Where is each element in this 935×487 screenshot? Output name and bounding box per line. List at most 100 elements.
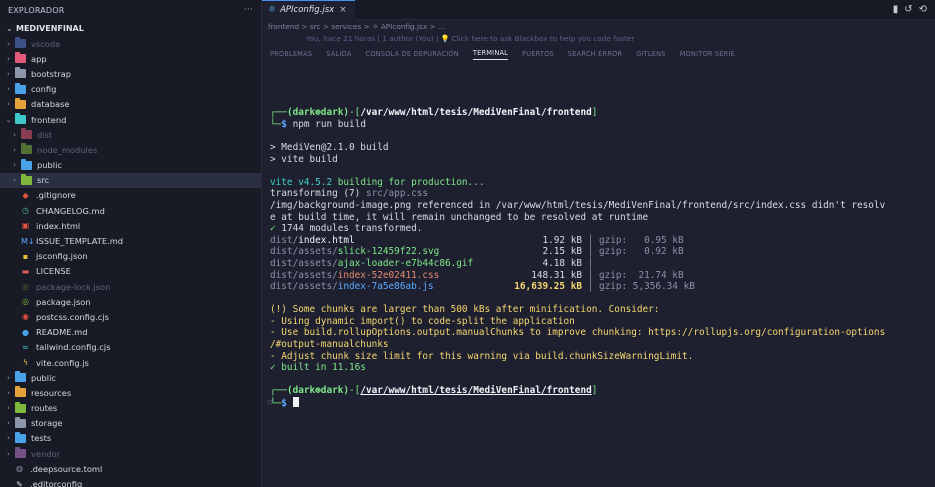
chevron-down-icon: ⌄ — [5, 115, 12, 124]
blame-line[interactable]: You, hace 21 horas | 1 author (You) | 💡 … — [262, 32, 935, 44]
file-size: 148.31 kB — [531, 269, 582, 281]
chevron-right-icon: › — [7, 404, 10, 413]
file-deepsource-toml[interactable]: ◍ .deepsource.toml — [0, 461, 261, 476]
explorer-sidebar: EXPLORADOR ··· ⌄ MEDIVENFINAL › vscode › ap… — [0, 0, 262, 487]
file-package-lock-json[interactable]: ◎ package-lock.json — [0, 279, 261, 294]
output-file-row: dist/assets/index-7a5e86ab.js 16,639.25 k… — [270, 281, 695, 293]
folder-icon — [15, 386, 26, 398]
file-changelog-md[interactable]: ◷ CHANGELOG.md — [0, 203, 261, 218]
file-icon: ◎ — [22, 297, 29, 307]
file-gzip: gzip: 0.95 kB — [598, 234, 684, 246]
file-index-html[interactable]: ▣ index.html — [0, 218, 261, 233]
file-size: 4.18 kB — [542, 257, 582, 269]
history-icon[interactable]: ⟲ — [919, 4, 927, 15]
tab-bar: ⚛ APIconfig.jsx × ▮ ↺ ⟲ — [262, 0, 935, 20]
folder-config[interactable]: › config — [0, 82, 261, 97]
folder-routes[interactable]: › routes — [0, 401, 261, 416]
panel-tab-gitlens[interactable]: GITLENS — [636, 50, 665, 58]
tree-item-label: config — [31, 84, 57, 95]
folder-public[interactable]: › public — [0, 370, 261, 385]
explorer-more-actions-icon[interactable]: ··· — [244, 5, 253, 15]
chevron-right-icon: › — [13, 145, 16, 154]
file-tree: › vscode › app › bootstrap › config › database ⌄ fr… — [0, 36, 261, 487]
panel-tab-consola-de-depuraci-n[interactable]: CONSOLA DE DEPURACIÓN — [365, 50, 459, 58]
tree-item-label: index.html — [36, 220, 81, 231]
folder-public[interactable]: › public — [0, 158, 261, 173]
chevron-right-icon: › — [7, 434, 10, 443]
file-readme-md[interactable]: ● README.md — [0, 325, 261, 340]
split-editor-icon[interactable]: ▮ — [893, 4, 899, 15]
panel-tab-monitor-serie[interactable]: MONITOR SERIE — [680, 50, 735, 58]
file-tailwind-config-cjs[interactable]: ≈ tailwind.config.cjs — [0, 340, 261, 355]
chevron-right-icon: › — [13, 176, 16, 185]
breadcrumb[interactable]: frontend > src > services > ⚛ APIconfig.… — [262, 20, 935, 32]
file-issue-template-md[interactable]: M↓ ISSUE_TEMPLATE.md — [0, 233, 261, 248]
tab-apiconfig[interactable]: ⚛ APIconfig.jsx × — [262, 0, 355, 20]
built-time: ✓ built in 11.16s — [270, 362, 366, 374]
file-icon: ϟ — [22, 358, 29, 368]
file-postcss-config-cjs[interactable]: ◉ postcss.config.cjs — [0, 309, 261, 324]
panel-tab-puertos[interactable]: PUERTOS — [522, 50, 554, 58]
folder-src[interactable]: › src — [0, 172, 261, 188]
tree-item-label: storage — [31, 418, 63, 429]
timeline-icon[interactable]: ↺ — [904, 4, 912, 15]
chevron-right-icon: › — [7, 373, 10, 382]
file-vite-config-js[interactable]: ϟ vite.config.js — [0, 355, 261, 370]
transforming-text: transforming (7) — [270, 188, 366, 200]
chevron-right-icon: › — [7, 39, 10, 48]
folder-icon — [15, 447, 26, 459]
transforming-file: src/app.css — [365, 188, 429, 200]
chevron-right-icon: › — [7, 419, 10, 428]
file-gitignore[interactable]: ◆ .gitignore — [0, 188, 261, 203]
warning-line: - Use build.rollupOptions.output.manualC… — [270, 327, 886, 339]
file-name: index.html — [298, 234, 355, 246]
file-license[interactable]: ▬ LICENSE — [0, 264, 261, 279]
file-icon: ● — [22, 327, 29, 337]
panel-tab-problemas[interactable]: PROBLEMAS — [270, 50, 312, 58]
folder-vendor[interactable]: › vendor — [0, 446, 261, 461]
file-icon: ▪ — [22, 251, 29, 261]
folder-bootstrap[interactable]: › bootstrap — [0, 66, 261, 81]
panel-tabs: PROBLEMAS SALIDA CONSOLA DE DEPURACIÓN TERM… — [262, 44, 935, 64]
folder-dist[interactable]: › dist — [0, 127, 261, 142]
vite-version: vite v4.5.2 — [270, 176, 333, 188]
folder-icon — [15, 401, 26, 413]
folder-storage[interactable]: › storage — [0, 416, 261, 431]
folder-database[interactable]: › database — [0, 97, 261, 112]
folder-tests[interactable]: › tests — [0, 431, 261, 446]
folder-app[interactable]: › app — [0, 51, 261, 66]
file-dir: dist/assets/ — [270, 281, 338, 293]
chevron-right-icon: › — [7, 69, 10, 78]
close-icon[interactable]: × — [339, 5, 347, 15]
chevron-right-icon: › — [7, 388, 10, 397]
folder-vscode[interactable]: › vscode — [0, 36, 261, 51]
panel-tab-search-error[interactable]: SEARCH ERROR — [568, 50, 622, 58]
folder-icon — [15, 113, 26, 125]
tab-label: APIconfig.jsx — [280, 5, 335, 15]
panel-tab-salida[interactable]: SALIDA — [326, 50, 351, 58]
prompt2-user: (dark⊛dark) — [286, 385, 350, 397]
tree-item-label: bootstrap — [31, 68, 72, 79]
chevron-down-icon: ⌄ — [6, 23, 13, 33]
folder-resources[interactable]: › resources — [0, 385, 261, 400]
blame-author: You, hace 21 horas | 1 author (You) | — [306, 33, 439, 43]
file-package-json[interactable]: ◎ package.json — [0, 294, 261, 309]
file-editorconfig[interactable]: ✎ .editorconfig — [0, 476, 261, 487]
chevron-right-icon: › — [7, 85, 10, 94]
file-gzip: gzip: 21.74 kB — [598, 269, 684, 281]
folder-node-modules[interactable]: › node_modules — [0, 142, 261, 157]
folder-frontend[interactable]: ⌄ frontend — [0, 112, 261, 127]
terminal[interactable]: ┌──(dark⊛dark)-[/var/www/html/tesis/Medi… — [262, 84, 935, 487]
blackbox-link[interactable]: Click here to ask Blackbox to help you c… — [452, 34, 635, 43]
tree-item-label: frontend — [31, 114, 67, 125]
project-root[interactable]: ⌄ MEDIVENFINAL — [0, 20, 261, 36]
tree-item-label: .editorconfig — [30, 479, 83, 487]
prompt-sep: -[ — [349, 107, 361, 119]
file-icon: ✎ — [16, 479, 23, 487]
file-icon: ◎ — [22, 282, 29, 292]
chunk-warnings: (!) Some chunks are larger than 500 kBs … — [270, 304, 935, 362]
file-jsconfig-json[interactable]: ▪ jsconfig.json — [0, 249, 261, 264]
explorer-title: EXPLORADOR — [8, 5, 65, 15]
panel-tab-terminal[interactable]: TERMINAL — [472, 49, 509, 60]
building-text: building for production... — [332, 176, 485, 188]
